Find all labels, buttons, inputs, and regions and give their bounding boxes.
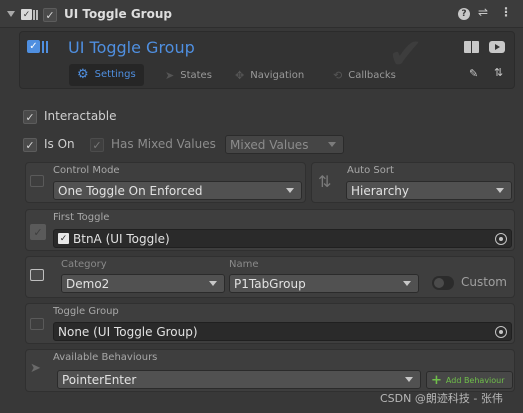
auto-sort-label: Auto Sort (347, 165, 394, 176)
banner-title: UI Toggle Group (68, 38, 195, 57)
control-mode-icon (30, 175, 44, 187)
add-behaviour-button[interactable]: + Add Behaviour (426, 371, 513, 389)
help-icon[interactable]: ? (458, 8, 470, 20)
toggle-group-label: Toggle Group (53, 306, 119, 317)
edit-icon[interactable]: ✎ (469, 67, 478, 80)
watermark-text: CSDN @朗迹科技 - 张伟 (380, 392, 503, 405)
component-title: UI Toggle Group (64, 7, 172, 21)
category-label: Category (61, 259, 107, 270)
custom-toggle[interactable] (432, 276, 454, 290)
tab-navigation[interactable]: ✥ Navigation (235, 69, 304, 82)
tab-settings[interactable]: ⚙ Settings (69, 64, 144, 86)
tab-states-label: States (180, 70, 212, 81)
plus-icon: + (431, 372, 442, 388)
control-mode-label: Control Mode (53, 165, 120, 176)
toggle-group-field[interactable]: None (UI Toggle Group) (53, 322, 512, 341)
behaviours-value: PointerEnter (62, 372, 137, 387)
auto-sort-dropdown[interactable]: Hierarchy (346, 181, 512, 200)
chevron-down-icon (403, 281, 411, 286)
chevron-down-icon (496, 188, 504, 193)
callbacks-icon: ⟲ (333, 69, 343, 82)
toggle-group-value: None (UI Toggle Group) (58, 324, 198, 339)
name-label: Name (229, 259, 259, 270)
database-icon (30, 269, 44, 281)
foldout-arrow-icon[interactable] (7, 11, 15, 17)
toggle-group-icon (30, 318, 44, 330)
mixed-values-value: Mixed Values (230, 137, 309, 152)
kebab-menu-icon[interactable]: ⋮ (500, 5, 512, 19)
mixed-values-dropdown[interactable]: Mixed Values (225, 135, 344, 154)
control-mode-dropdown[interactable]: One Toggle On Enforced (53, 181, 302, 200)
is-on-label: Is On (44, 137, 75, 151)
is-on-checkbox[interactable] (23, 138, 37, 152)
banner-toggle-icon: ✓ (27, 40, 48, 53)
object-picker-icon[interactable] (495, 232, 507, 245)
first-toggle-label: First Toggle (53, 212, 110, 223)
has-mixed-values-label: Has Mixed Values (111, 137, 216, 151)
tab-states[interactable]: ➤ States (165, 69, 212, 82)
name-value: P1TabGroup (234, 276, 306, 291)
interactable-label: Interactable (44, 109, 117, 123)
add-behaviour-label: Add Behaviour (445, 375, 505, 385)
name-dropdown[interactable]: P1TabGroup (229, 274, 419, 293)
behaviour-icon: ➤ (30, 361, 41, 376)
interactable-checkbox[interactable] (23, 110, 37, 124)
chevron-down-icon (328, 142, 336, 147)
tab-callbacks[interactable]: ⟲ Callbacks (333, 69, 396, 82)
component-type-icon: ✓ (21, 8, 41, 21)
category-dropdown[interactable]: Demo2 (61, 274, 225, 293)
first-toggle-field[interactable]: ✓ BtnA (UI Toggle) (53, 229, 512, 248)
auto-sort-icon: ⇅ (318, 172, 332, 191)
first-toggle-icon (30, 224, 46, 240)
category-value: Demo2 (66, 276, 110, 291)
toggle-object-icon: ✓ (58, 233, 69, 244)
chevron-down-icon (209, 281, 217, 286)
tab-navigation-label: Navigation (250, 70, 305, 81)
sort-icon[interactable]: ⇅ (494, 66, 503, 79)
manual-icon[interactable] (464, 41, 480, 53)
has-mixed-values-checkbox[interactable] (90, 138, 104, 152)
video-icon[interactable] (489, 41, 505, 53)
custom-label: Custom (461, 275, 507, 289)
auto-sort-value: Hierarchy (351, 183, 410, 198)
chevron-down-icon (286, 188, 294, 193)
behaviours-label: Available Behaviours (53, 352, 158, 363)
behaviours-dropdown[interactable]: PointerEnter (57, 370, 421, 389)
cursor-icon: ➤ (165, 69, 175, 82)
control-mode-value: One Toggle On Enforced (58, 183, 203, 198)
first-toggle-value: BtnA (UI Toggle) (73, 231, 170, 246)
object-picker-icon[interactable] (495, 325, 507, 338)
chevron-down-icon (405, 377, 413, 382)
preset-icon[interactable]: ⇌ (478, 5, 488, 19)
component-enabled-checkbox[interactable] (43, 8, 57, 22)
tab-settings-label: Settings (94, 69, 136, 80)
navigation-icon: ✥ (235, 69, 245, 82)
gear-icon: ⚙ (77, 67, 89, 82)
tab-callbacks-label: Callbacks (348, 70, 396, 81)
